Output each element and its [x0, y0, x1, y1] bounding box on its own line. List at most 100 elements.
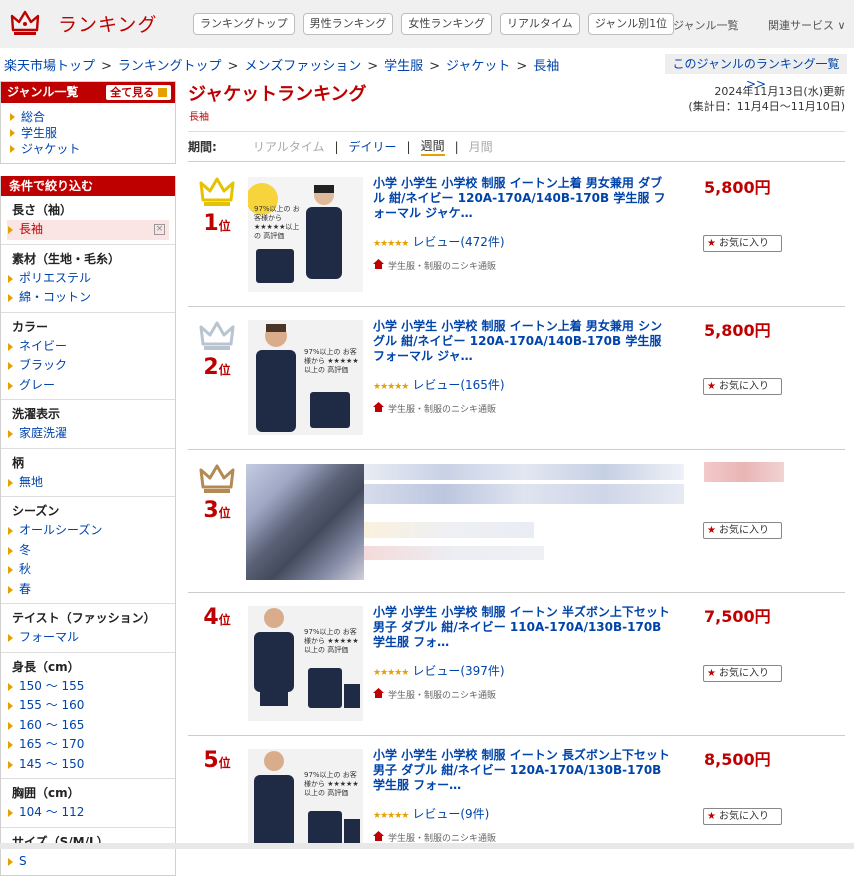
breadcrumb-mens-fashion[interactable]: メンズファッション — [244, 59, 361, 74]
filter-section-taste: テイスト（ファッション） フォーマル — [1, 604, 175, 653]
rating-stars: ★★★★★ — [373, 239, 408, 249]
favorite-button[interactable]: ★お気に入り — [703, 235, 782, 252]
period-label: 期間: — [188, 138, 217, 155]
ranking-item-3: 3位 ★お気に入り — [188, 450, 845, 593]
related-services-menu[interactable]: 関連サービス ∨ — [768, 17, 846, 33]
breadcrumb-jacket[interactable]: ジャケット — [446, 59, 510, 74]
filter-item[interactable]: S — [7, 852, 175, 872]
product-title[interactable]: 小学 小学生 小学校 制服 イートン 半ズボン上下セット 男子 ダブル 紺/ネイ… — [373, 605, 673, 650]
period-daily[interactable]: デイリー — [349, 138, 397, 155]
product-thumbnail[interactable]: 97%以上の お客様から ★★★★★以上の 高評価 — [248, 606, 363, 721]
filter-item[interactable]: 145 ～ 150 — [7, 755, 175, 775]
blurred-product-image[interactable] — [246, 464, 364, 580]
filter-section-title: テイスト（ファッション） — [1, 608, 175, 628]
rating-stars: ★★★★★ — [373, 668, 408, 678]
horizontal-scrollbar[interactable] — [0, 843, 854, 849]
breadcrumb-rakuten-top[interactable]: 楽天市場トップ — [4, 59, 95, 74]
ranking-item-5: 5位 97%以上の お客様から ★★★★★以上の 高評価 小学 小学生 小学校 … — [188, 736, 845, 849]
genre-list-top-link[interactable]: ジャンル一覧 — [673, 17, 738, 33]
rating[interactable]: ★★★★★レビュー(165件) — [373, 376, 505, 393]
updated-date: 2024年11月13日(水)更新 — [688, 84, 845, 99]
filter-item[interactable]: 104 ～ 112 — [7, 803, 175, 823]
rank-badge: 5位 — [196, 748, 238, 773]
blurred-price — [704, 462, 784, 482]
filter-section-title: 長さ（袖） — [1, 200, 175, 220]
favorite-button[interactable]: ★お気に入り — [703, 378, 782, 395]
filter-item[interactable]: 155 ～ 160 — [7, 696, 175, 716]
product-title[interactable]: 小学 小学生 小学校 制服 イートン上着 男女兼用 ダブル 紺/ネイビー 120… — [373, 176, 673, 221]
star-icon: ★ — [707, 668, 716, 679]
filter-section-height: 身長（cm） 150 ～ 155 155 ～ 160 160 ～ 165 165… — [1, 653, 175, 780]
genre-item-jacket[interactable]: ジャケット — [7, 141, 167, 157]
nav-ranking-top[interactable]: ランキングトップ — [193, 13, 295, 35]
genre-item-school-uniform[interactable]: 学生服 — [7, 125, 167, 141]
clear-filter-icon[interactable]: × — [154, 224, 165, 235]
shop-link[interactable]: 学生服・制服のニシキ通販 — [373, 259, 496, 272]
product-thumbnail[interactable]: 97%以上の お客様から ★★★★★以上の 高評価 — [248, 177, 363, 292]
filter-item-long-sleeve[interactable]: 長袖× — [7, 220, 169, 240]
rating[interactable]: ★★★★★レビュー(397件) — [373, 662, 505, 679]
shop-link[interactable]: 学生服・制服のニシキ通販 — [373, 402, 496, 415]
period-realtime[interactable]: リアルタイム — [253, 138, 325, 155]
rating[interactable]: ★★★★★レビュー(9件) — [373, 805, 489, 822]
favorite-button[interactable]: ★お気に入り — [703, 665, 782, 682]
filter-item[interactable]: ブラック — [7, 356, 175, 376]
shop-home-icon — [373, 259, 384, 272]
shop-home-icon — [373, 402, 384, 415]
filter-header: 条件で絞り込む — [1, 176, 175, 196]
page-title: ジャケットランキング — [188, 80, 367, 106]
filter-item[interactable]: グレー — [7, 376, 175, 396]
product-thumbnail[interactable]: 97%以上の お客様から ★★★★★以上の 高評価 — [248, 749, 363, 849]
filter-item[interactable]: 綿・コットン — [7, 288, 175, 308]
ranking-logo[interactable]: ランキング — [10, 8, 157, 38]
period-weekly[interactable]: 週間 — [421, 137, 445, 156]
review-count: レビュー(472件) — [412, 235, 504, 249]
filter-item[interactable]: ネイビー — [7, 337, 175, 357]
filter-item[interactable]: 無地 — [7, 473, 175, 493]
blurred-product-title[interactable] — [364, 464, 684, 480]
breadcrumb-long-sleeve[interactable]: 長袖 — [533, 59, 559, 74]
product-title[interactable]: 小学 小学生 小学校 制服 イートン 長ズボン上下セット 男子 ダブル 紺/ネイ… — [373, 748, 673, 793]
see-all-button[interactable]: 全て見る — [106, 85, 171, 100]
shop-link[interactable]: 学生服・制服のニシキ通販 — [373, 688, 496, 701]
rating[interactable]: ★★★★★ レビュー(472件) — [373, 233, 505, 250]
period-monthly[interactable]: 月間 — [469, 138, 493, 155]
blurred-shop — [364, 546, 544, 560]
filter-section-title: 身長（cm） — [1, 657, 175, 677]
nav-genre-first[interactable]: ジャンル別1位 — [588, 13, 674, 35]
rating-stars: ★★★★★ — [373, 382, 408, 392]
filter-item[interactable]: オールシーズン — [7, 521, 175, 541]
genre-item-all[interactable]: 総合 — [7, 109, 167, 125]
favorite-button[interactable]: ★お気に入り — [703, 522, 782, 539]
nav-female-ranking[interactable]: 女性ランキング — [401, 13, 492, 35]
nav-realtime[interactable]: リアルタイム — [500, 13, 580, 35]
shop-home-icon — [373, 688, 384, 701]
genre-ranking-list-link[interactable]: このジャンルのランキング一覧 >> — [665, 54, 847, 74]
thumb-badge-text: 97%以上の お客様から ★★★★★以上の 高評価 — [304, 771, 360, 798]
product-thumbnail[interactable]: 97%以上の お客様から ★★★★★以上の 高評価 — [248, 320, 363, 435]
update-info: 2024年11月13日(水)更新 (集計日：11月4日～11月10日) — [688, 84, 845, 114]
filter-item[interactable]: 冬 — [7, 541, 175, 561]
product-price: 5,800円 — [704, 317, 771, 341]
filter-item[interactable]: 秋 — [7, 560, 175, 580]
breadcrumb-school-uniform[interactable]: 学生服 — [384, 59, 423, 74]
genre-box-header: ジャンル一覧 全て見る — [1, 82, 175, 103]
filter-section-title: シーズン — [1, 501, 175, 521]
filter-item[interactable]: 160 ～ 165 — [7, 716, 175, 736]
filter-section-season: シーズン オールシーズン 冬 秋 春 — [1, 497, 175, 604]
filter-item[interactable]: 165 ～ 170 — [7, 735, 175, 755]
filter-item[interactable]: 家庭洗濯 — [7, 424, 175, 444]
filter-section-pattern: 柄 無地 — [1, 449, 175, 498]
product-title[interactable]: 小学 小学生 小学校 制服 イートン上着 男女兼用 シングル 紺/ネイビー 12… — [373, 319, 673, 364]
period-divider: | — [455, 140, 459, 154]
favorite-button[interactable]: ★お気に入り — [703, 808, 782, 825]
filter-item[interactable]: ポリエステル — [7, 269, 175, 289]
filter-item[interactable]: 150 ～ 155 — [7, 677, 175, 697]
filter-item[interactable]: フォーマル — [7, 628, 175, 648]
filter-item[interactable]: 春 — [7, 580, 175, 600]
breadcrumb-ranking-top[interactable]: ランキングトップ — [118, 59, 222, 74]
filter-section-title: 胸囲（cm） — [1, 783, 175, 803]
ranking-item-1: 1位 97%以上の お客様から ★★★★★以上の 高評価 小学 小学生 小学校 … — [188, 163, 845, 307]
rank-number: 1位 — [196, 211, 238, 236]
nav-male-ranking[interactable]: 男性ランキング — [303, 13, 394, 35]
